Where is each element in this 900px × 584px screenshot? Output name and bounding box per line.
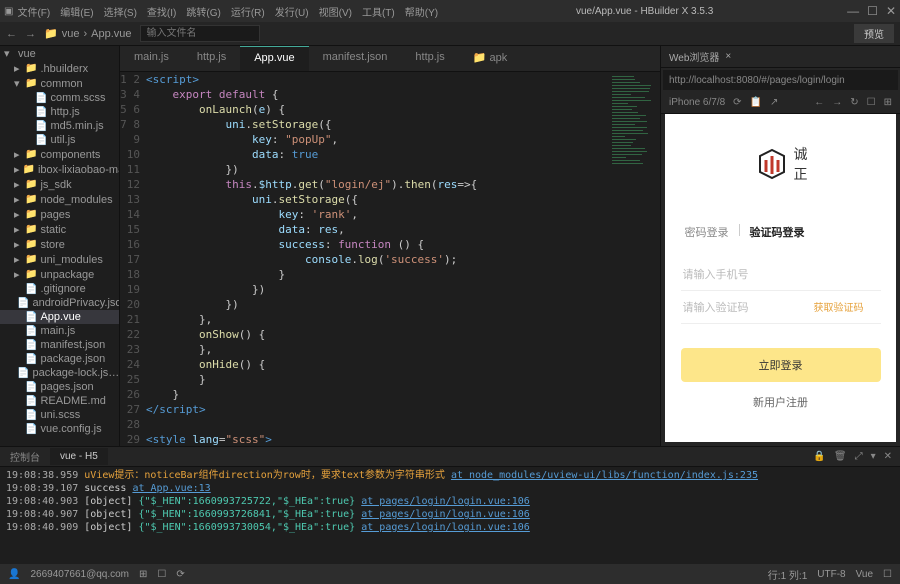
status-pos: 行:1 列:1: [768, 567, 807, 582]
tree-item[interactable]: ▸📁.hbuilderx: [0, 61, 119, 76]
stop-icon[interactable]: ☐: [867, 97, 876, 108]
grid-icon[interactable]: ⊞: [884, 97, 892, 108]
tree-item[interactable]: ▸📁js_sdk: [0, 177, 119, 192]
close-icon[interactable]: ✕: [886, 4, 896, 18]
tree-item[interactable]: ▾📁common: [0, 76, 119, 91]
editor-tab[interactable]: http.js: [401, 46, 458, 71]
copy-icon[interactable]: 📋: [750, 97, 762, 108]
open-icon[interactable]: ↗: [770, 97, 778, 108]
code-login-tab[interactable]: 验证码登录: [746, 224, 809, 240]
menu-item[interactable]: 选择(S): [100, 2, 141, 21]
menu-item[interactable]: 编辑(E): [56, 2, 97, 21]
tree-item[interactable]: 📄uni.scss: [0, 408, 119, 422]
tree-item[interactable]: 📄.gitignore: [0, 282, 119, 296]
tab-close-icon[interactable]: ×: [725, 51, 731, 62]
console-output[interactable]: 19:08:38.959 uView提示：noticeBar组件directio…: [0, 467, 900, 564]
tree-item[interactable]: ▸📁store: [0, 237, 119, 252]
console-tab[interactable]: 控制台: [0, 446, 50, 467]
tree-item[interactable]: ▸📁uni_modules: [0, 252, 119, 267]
menu-item[interactable]: 帮助(Y): [401, 2, 442, 21]
code-input[interactable]: 请输入验证码: [683, 299, 749, 315]
tree-item[interactable]: ▸📁unpackage: [0, 267, 119, 282]
logo-icon: [754, 146, 790, 182]
file-search-input[interactable]: [140, 25, 260, 42]
code-editor[interactable]: 1 2 3 4 5 6 7 8 9 10 11 12 13 14 15 16 1…: [120, 72, 660, 446]
tree-item[interactable]: ▸📁components: [0, 147, 119, 162]
minimap[interactable]: [606, 72, 660, 446]
fwd-nav-icon[interactable]: →: [832, 97, 842, 108]
lock-icon[interactable]: 🔒: [813, 451, 825, 462]
tree-item[interactable]: 📄vue.config.js: [0, 422, 119, 436]
status-lang[interactable]: Vue: [856, 569, 873, 580]
preview-button[interactable]: 预览: [854, 24, 894, 43]
menu-item[interactable]: 工具(T): [358, 2, 399, 21]
app-icon: ▣: [4, 6, 13, 17]
status-icon-3[interactable]: ⟳: [176, 569, 184, 580]
console-close-icon[interactable]: ✕: [884, 451, 892, 462]
breadcrumb[interactable]: 📁vue›App.vue: [44, 27, 132, 40]
tree-item[interactable]: 📄main.js: [0, 324, 119, 338]
tree-item[interactable]: 📄http.js: [0, 105, 119, 119]
status-icon-2[interactable]: ☐: [157, 569, 166, 580]
status-user[interactable]: 2669407661@qq.com: [30, 569, 129, 580]
back-nav-icon[interactable]: ←: [814, 97, 824, 108]
tree-item[interactable]: 📄README.md: [0, 394, 119, 408]
preview-url-input[interactable]: http://localhost:8080/#/pages/login/logi…: [663, 70, 898, 90]
editor-tab[interactable]: App.vue: [240, 46, 308, 71]
register-link[interactable]: 新用户注册: [753, 394, 808, 410]
status-icon-1[interactable]: ⊞: [139, 569, 147, 580]
device-select[interactable]: iPhone 6/7/8: [669, 97, 725, 108]
status-enc[interactable]: UTF-8: [817, 569, 845, 580]
back-icon[interactable]: ←: [6, 28, 17, 40]
file-explorer[interactable]: ▾vue▸📁.hbuilderx▾📁common📄comm.scss📄http.…: [0, 46, 120, 446]
tree-item[interactable]: 📄manifest.json: [0, 338, 119, 352]
window-title: vue/App.vue - HBuilder X 3.5.3: [442, 6, 847, 17]
login-button[interactable]: 立即登录: [681, 348, 881, 382]
maximize-icon[interactable]: ☐: [867, 4, 878, 18]
tree-item[interactable]: 📄androidPrivacy.json: [0, 296, 119, 310]
preview-tab[interactable]: Web浏览器: [669, 49, 719, 64]
phone-input[interactable]: 请输入手机号: [683, 266, 749, 282]
tree-item[interactable]: 📄comm.scss: [0, 91, 119, 105]
expand-icon[interactable]: ⤢: [855, 451, 863, 462]
editor-tab[interactable]: main.js: [120, 46, 183, 71]
vue-h5-tab[interactable]: vue - H5: [50, 448, 108, 465]
editor-tabs[interactable]: main.jshttp.jsApp.vuemanifest.jsonhttp.j…: [120, 46, 660, 72]
status-sync-icon[interactable]: ☐: [883, 569, 892, 580]
preview-phone: 诚正 密码登录 验证码登录 请输入手机号 请输入验证码获取验证码 立即登录 新用…: [665, 114, 896, 442]
tree-item[interactable]: ▸📁ibox-lixiaobao-ma…: [0, 162, 119, 177]
tree-item[interactable]: ▾vue: [0, 46, 119, 61]
tree-item[interactable]: 📄package-lock.js…: [0, 366, 119, 380]
menu-item[interactable]: 文件(F): [13, 2, 54, 21]
tree-item[interactable]: 📄util.js: [0, 133, 119, 147]
editor-tab[interactable]: http.js: [183, 46, 240, 71]
menu-item[interactable]: 发行(U): [271, 2, 313, 21]
menu-item[interactable]: 查找(I): [143, 2, 180, 21]
tree-item[interactable]: 📄package.json: [0, 352, 119, 366]
forward-icon[interactable]: →: [25, 28, 36, 40]
get-code-button[interactable]: 获取验证码: [814, 299, 879, 315]
menu-item[interactable]: 跳转(G): [182, 2, 224, 21]
tree-item[interactable]: 📄pages.json: [0, 380, 119, 394]
tree-item[interactable]: ▸📁pages: [0, 207, 119, 222]
minimize-icon[interactable]: —: [847, 4, 859, 18]
user-icon: 👤: [8, 569, 20, 580]
tree-item[interactable]: 📄md5.min.js: [0, 119, 119, 133]
tree-item[interactable]: ▸📁node_modules: [0, 192, 119, 207]
editor-tab[interactable]: manifest.json: [309, 46, 402, 71]
editor-tab[interactable]: 📁 apk: [459, 46, 522, 71]
tree-item[interactable]: 📄App.vue: [0, 310, 119, 324]
menu-item[interactable]: 运行(R): [227, 2, 269, 21]
pwd-login-tab[interactable]: 密码登录: [681, 224, 733, 240]
rotate-icon[interactable]: ⟳: [733, 97, 741, 108]
menu-item[interactable]: 视图(V): [315, 2, 356, 21]
reload-icon[interactable]: ↻: [850, 97, 858, 108]
trash-icon[interactable]: 🗑: [834, 451, 847, 462]
collapse-icon[interactable]: ▾: [871, 451, 876, 462]
tree-item[interactable]: ▸📁static: [0, 222, 119, 237]
